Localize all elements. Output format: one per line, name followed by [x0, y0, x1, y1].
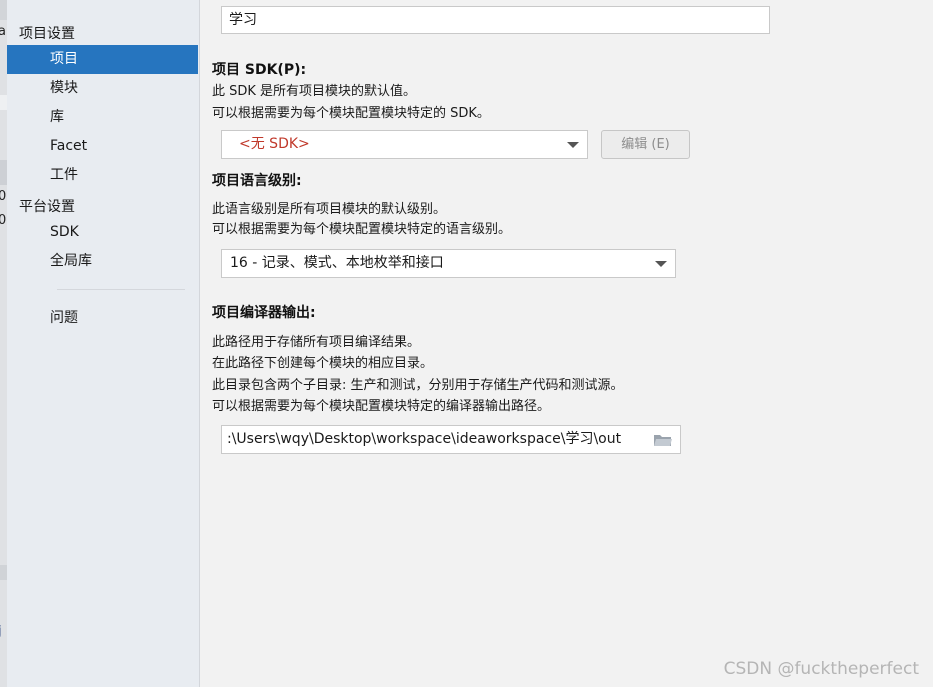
sdk-description: 此 SDK 是所有项目模块的默认值。: [212, 84, 417, 99]
sidebar-item-problems[interactable]: 问题: [7, 304, 198, 333]
project-settings-panel: 学习 项目 SDK(P): 此 SDK 是所有项目模块的默认值。 可以根据需要为…: [200, 0, 933, 687]
compiler-output-path-field[interactable]: :\Users\wqy\Desktop\workspace\ideaworksp…: [221, 425, 681, 454]
sidebar-item-facets[interactable]: Facet: [7, 132, 198, 161]
edge-strip: [0, 95, 7, 110]
language-level-description: 可以根据需要为每个模块配置模块特定的语言级别。: [212, 222, 512, 237]
sdk-select-value: <无 SDK>: [239, 136, 310, 152]
compiler-output-path: :\Users\wqy\Desktop\workspace\ideaworksp…: [227, 431, 622, 447]
chevron-down-icon: [655, 261, 667, 267]
project-name-field[interactable]: 学习: [221, 6, 770, 34]
sidebar-item-modules[interactable]: 模块: [7, 74, 198, 103]
sidebar-divider: [57, 289, 185, 290]
language-level-heading: 项目语言级别:: [212, 173, 302, 189]
compiler-output-description: 此目录包含两个子目录: 生产和测试，分别用于存储生产代码和测试源。: [212, 378, 624, 393]
language-level-value: 16 - 记录、模式、本地枚举和接口: [230, 255, 444, 271]
compiler-output-description: 在此路径下创建每个模块的相应目录。: [212, 356, 434, 371]
edge-glyph: j: [0, 624, 2, 639]
edge-glyph: 0: [0, 213, 7, 228]
compiler-output-heading: 项目编译器输出:: [212, 305, 316, 321]
sidebar-item-project[interactable]: 项目: [7, 45, 198, 74]
edge-strip: [0, 565, 7, 580]
background-window-edge: a 0 0 j: [0, 0, 7, 687]
watermark: CSDN @fucktheperfect: [723, 659, 919, 679]
sidebar-item-artifacts[interactable]: 工件: [7, 161, 198, 190]
sidebar-item-global-libraries[interactable]: 全局库: [7, 247, 198, 276]
edge-glyph: 0: [0, 189, 7, 204]
compiler-output-description: 可以根据需要为每个模块配置模块特定的编译器输出路径。: [212, 399, 551, 414]
chevron-down-icon: [567, 142, 579, 148]
platform-settings-header: 平台设置: [19, 199, 75, 215]
folder-icon[interactable]: [653, 432, 673, 448]
sidebar-item-libraries[interactable]: 库: [7, 103, 198, 132]
sdk-description: 可以根据需要为每个模块配置模块特定的 SDK。: [212, 106, 490, 121]
settings-sidebar: 项目设置 项目 模块 库 Facet 工件 平台设置 SDK 全局库 问题: [7, 0, 200, 687]
edge-strip: [0, 160, 7, 185]
project-settings-header: 项目设置: [19, 26, 75, 42]
sdk-select[interactable]: <无 SDK>: [221, 130, 588, 159]
sidebar-item-sdk[interactable]: SDK: [7, 218, 198, 247]
edge-glyph: a: [0, 24, 6, 39]
edit-sdk-button[interactable]: 编辑 (E): [601, 130, 690, 159]
edge-strip: [0, 0, 7, 20]
sdk-heading: 项目 SDK(P):: [212, 62, 307, 78]
language-level-description: 此语言级别是所有项目模块的默认级别。: [212, 202, 447, 217]
language-level-select[interactable]: 16 - 记录、模式、本地枚举和接口: [221, 249, 676, 278]
compiler-output-description: 此路径用于存储所有项目编译结果。: [212, 335, 421, 350]
